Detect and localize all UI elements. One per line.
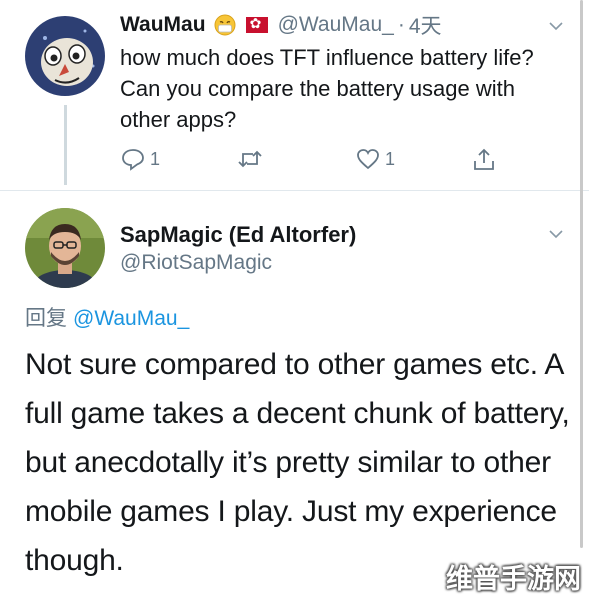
tweet1-header: WauMau @WauMau_ · 4天 bbox=[120, 10, 442, 40]
scrollbar[interactable] bbox=[580, 0, 583, 548]
share-button[interactable] bbox=[471, 147, 497, 173]
hong-kong-flag-icon bbox=[245, 15, 268, 33]
tweet1-handle[interactable]: @WauMau_ bbox=[278, 13, 394, 37]
share-icon bbox=[471, 147, 497, 173]
heart-icon bbox=[355, 147, 381, 171]
site-watermark: 维普手游网 bbox=[446, 564, 581, 595]
tweet1-timestamp[interactable]: 4天 bbox=[409, 10, 442, 40]
tweet1-display-name[interactable]: WauMau bbox=[120, 13, 206, 37]
retweet-icon bbox=[236, 147, 264, 171]
tweet1-text: how much does TFT influence battery life… bbox=[120, 45, 534, 132]
tweet1-chevron-down-icon[interactable] bbox=[548, 18, 564, 34]
tweet-divider bbox=[0, 190, 589, 191]
retweet-button[interactable] bbox=[236, 147, 264, 171]
sapmagic-avatar[interactable] bbox=[25, 208, 105, 288]
tweet2-handle[interactable]: @RiotSapMagic bbox=[120, 251, 272, 275]
reply-mention-link[interactable]: @WauMau_ bbox=[73, 307, 189, 330]
tweet2-display-name[interactable]: SapMagic (Ed Altorfer) bbox=[120, 222, 356, 248]
tweet1-action-bar: 1 1 bbox=[0, 147, 589, 175]
tweet2-chevron-down-icon[interactable] bbox=[548, 226, 564, 242]
face-with-mask-emoji-icon bbox=[214, 14, 236, 36]
reply-count: 1 bbox=[150, 148, 161, 169]
like-count: 1 bbox=[385, 148, 396, 169]
tweet1-separator: · bbox=[397, 13, 405, 36]
reply-prefix: 回复 bbox=[25, 307, 67, 330]
reply-button[interactable]: 1 bbox=[120, 147, 160, 171]
replying-to-line: 回复 @WauMau_ bbox=[25, 302, 189, 332]
reply-icon bbox=[120, 147, 146, 171]
like-button[interactable]: 1 bbox=[355, 147, 395, 171]
waumau-avatar[interactable] bbox=[25, 16, 105, 96]
tweet2-text: Not sure compared to other games etc. A … bbox=[25, 348, 570, 577]
